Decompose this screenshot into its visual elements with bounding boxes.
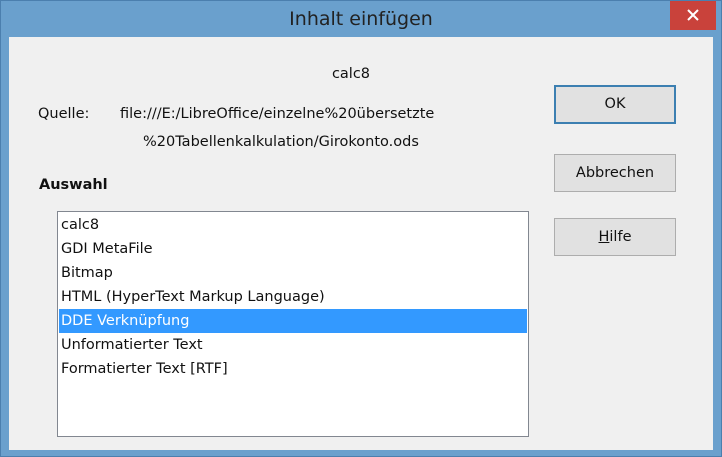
help-button-accelerator: H — [598, 229, 610, 245]
list-item-html[interactable]: HTML (HyperText Markup Language) — [59, 285, 527, 309]
close-button[interactable] — [670, 1, 716, 30]
help-button-label: ilfe — [609, 229, 632, 245]
dialog-title: Inhalt einfügen — [289, 8, 433, 30]
cancel-button[interactable]: Abbrechen — [554, 154, 676, 192]
close-icon — [687, 9, 699, 21]
list-item-dde-link[interactable]: DDE Verknüpfung — [59, 309, 527, 333]
list-item-calc8[interactable]: calc8 — [59, 213, 527, 237]
ok-button[interactable]: OK — [554, 85, 676, 124]
dialog-body: calc8 Quelle: file:///E:/LibreOffice/ein… — [9, 37, 713, 450]
title-bar[interactable]: Inhalt einfügen — [1, 1, 721, 37]
paste-special-dialog: Inhalt einfügen calc8 Quelle: file:///E:… — [0, 0, 722, 457]
source-path-line2: %20Tabellenkalkulation/Girokonto.ods — [143, 134, 419, 150]
list-item-gdi-metafile[interactable]: GDI MetaFile — [59, 237, 527, 261]
list-item-formatted-text-rtf[interactable]: Formatierter Text [RTF] — [59, 357, 527, 381]
list-item-unformatted-text[interactable]: Unformatierter Text — [59, 333, 527, 357]
selection-label: Auswahl — [39, 177, 108, 193]
source-path-line1: file:///E:/LibreOffice/einzelne%20überse… — [120, 106, 435, 122]
list-item-bitmap[interactable]: Bitmap — [59, 261, 527, 285]
help-button[interactable]: Hilfe — [554, 218, 676, 256]
source-label: Quelle: — [38, 106, 90, 122]
format-listbox[interactable]: calc8 GDI MetaFile Bitmap HTML (HyperTex… — [57, 211, 529, 437]
source-name: calc8 — [331, 66, 371, 82]
